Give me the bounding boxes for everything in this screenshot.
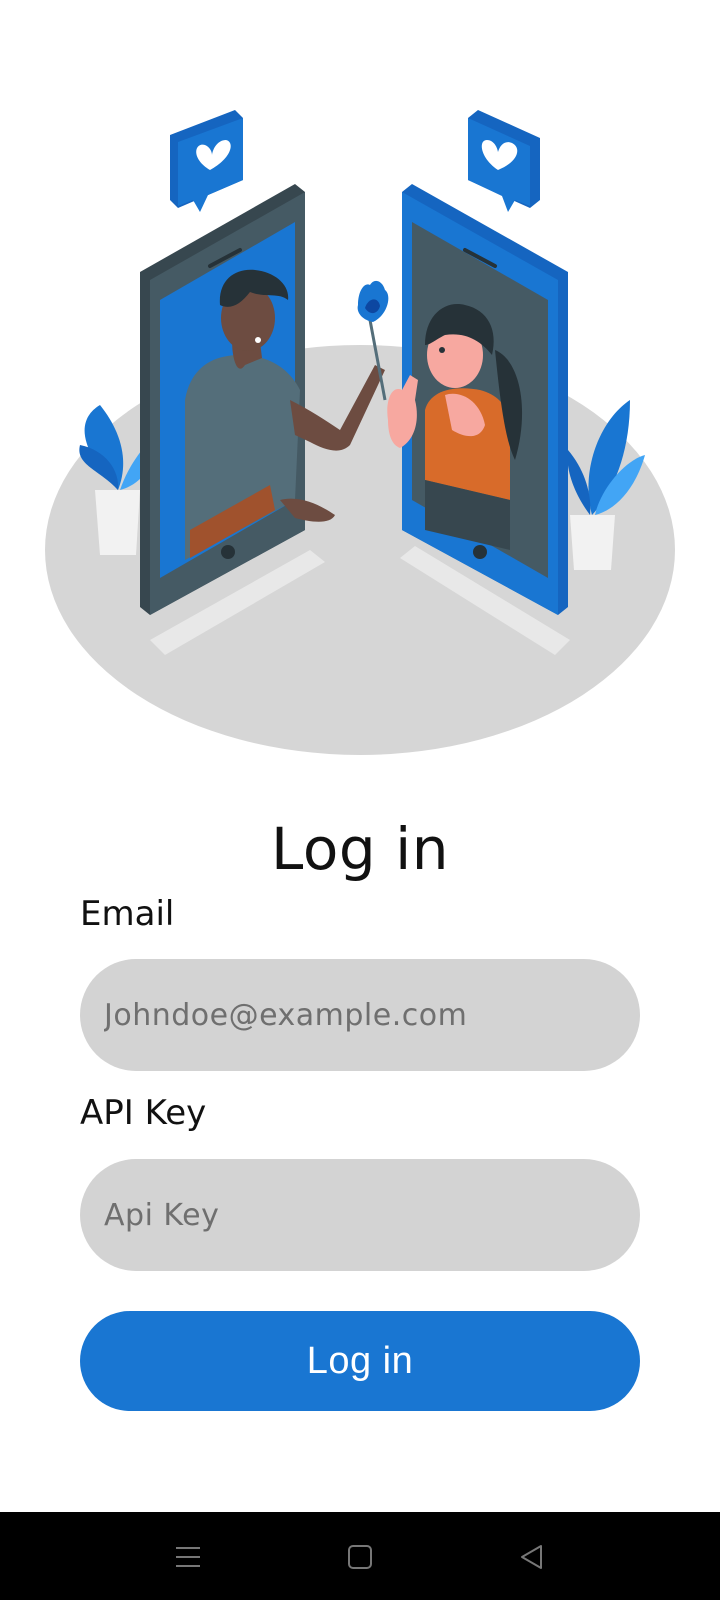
online-dating-illustration	[40, 100, 680, 760]
menu-icon[interactable]	[163, 1532, 213, 1582]
login-screen: Log in Email API Key Log in	[0, 0, 720, 1600]
email-label: Email	[80, 894, 175, 934]
login-button[interactable]: Log in	[80, 1311, 640, 1411]
system-navigation-bar	[0, 1512, 720, 1600]
api-key-label: API Key	[80, 1093, 207, 1133]
api-key-field[interactable]	[80, 1159, 640, 1271]
heart-bubble-icon	[170, 110, 243, 212]
home-square-icon[interactable]	[335, 1532, 385, 1582]
back-triangle-icon[interactable]	[507, 1532, 557, 1582]
page-title: Log in	[271, 814, 449, 883]
email-field[interactable]	[80, 959, 640, 1071]
heart-bubble-icon	[468, 110, 540, 212]
